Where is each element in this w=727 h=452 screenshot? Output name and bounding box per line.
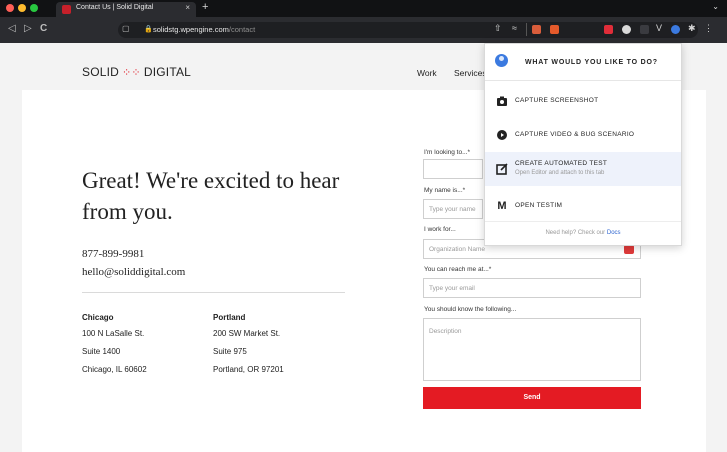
site-logo[interactable]: SOLID ⁘⁘ DIGITAL xyxy=(82,65,191,79)
new-tab-button[interactable]: + xyxy=(202,1,208,13)
popup-header: WHAT WOULD YOU LIKE TO DO? xyxy=(485,44,681,81)
menu-item-label: CAPTURE VIDEO & BUG SCENARIO xyxy=(515,131,635,138)
password-manager-icon[interactable] xyxy=(624,245,634,254)
office-address-line: Portland, OR 97201 xyxy=(213,365,284,374)
vimeo-extension-icon[interactable]: V xyxy=(656,23,662,33)
forward-button[interactable]: ▷ xyxy=(24,23,32,34)
section-divider xyxy=(82,292,345,293)
extension-icon[interactable] xyxy=(550,25,559,34)
lock-icon[interactable]: 🔒 xyxy=(144,25,153,33)
menu-item-sublabel: Open Editor and attach to this tab xyxy=(515,170,605,176)
office-address-line: 100 N LaSalle St. xyxy=(82,329,145,338)
open-testim-item[interactable]: M OPEN TESTIM xyxy=(485,189,681,223)
popup-divider xyxy=(485,221,681,222)
phone-number[interactable]: 877-899-9981 xyxy=(82,248,144,260)
menu-icon[interactable]: ⋮ xyxy=(704,23,713,34)
popup-title: WHAT WOULD YOU LIKE TO DO? xyxy=(525,59,658,66)
know-following-label: You should know the following... xyxy=(424,306,517,313)
send-button[interactable]: Send xyxy=(423,387,641,409)
docs-link[interactable]: Docs xyxy=(607,230,621,236)
name-label: My name is...* xyxy=(424,187,466,194)
testim-extension-icon[interactable] xyxy=(671,25,680,34)
page-heading: Great! We're excited to hear from you. xyxy=(82,168,340,224)
logo-word-solid: SOLID xyxy=(82,65,120,79)
reach-me-label: You can reach me at...* xyxy=(424,266,492,273)
help-prefix: Need help? Check our xyxy=(545,230,606,236)
help-text: Need help? Check our Docs xyxy=(485,230,681,236)
organization-placeholder: Organization Name xyxy=(429,246,485,253)
name-field[interactable]: Type your name xyxy=(423,199,483,219)
extension-icon[interactable] xyxy=(640,25,649,34)
back-button[interactable]: ◁ xyxy=(8,23,16,34)
work-for-label: I work for... xyxy=(424,226,456,233)
extension-icon[interactable] xyxy=(604,25,613,34)
browser-tab[interactable]: Contact Us | Solid Digital × xyxy=(56,2,196,17)
camera-icon xyxy=(496,95,508,107)
record-icon xyxy=(496,129,508,141)
testim-logo-icon: M xyxy=(497,200,507,212)
testim-popup: WHAT WOULD YOU LIKE TO DO? CAPTURE SCREE… xyxy=(484,43,682,246)
office-chicago: Chicago 100 N LaSalle St. Suite 1400 Chi… xyxy=(82,313,147,383)
create-automated-test-item[interactable]: CREATE AUTOMATED TEST Open Editor and at… xyxy=(485,152,681,186)
edit-icon xyxy=(496,163,508,175)
nav-link-work[interactable]: Work xyxy=(417,68,437,78)
menu-item-label: CAPTURE SCREENSHOT xyxy=(515,97,599,104)
close-tab-icon[interactable]: × xyxy=(185,3,190,12)
nav-link-services[interactable]: Services xyxy=(454,68,487,78)
user-avatar-icon[interactable] xyxy=(495,54,508,67)
rss-icon[interactable]: ≈ xyxy=(512,23,517,33)
looking-to-select[interactable] xyxy=(423,159,483,179)
reload-button[interactable]: C xyxy=(40,23,47,34)
email-field[interactable]: Type your email xyxy=(423,278,641,298)
name-placeholder: Type your name xyxy=(429,206,476,213)
tab-title: Contact Us | Solid Digital xyxy=(76,4,154,11)
close-window-icon[interactable] xyxy=(6,4,14,12)
office-portland: Portland 200 SW Market St. Suite 975 Por… xyxy=(213,313,284,383)
looking-to-label: I'm looking to...* xyxy=(424,149,471,156)
tab-search-chevron-icon[interactable]: ⌄ xyxy=(712,2,719,11)
puzzle-extensions-icon[interactable]: ✱ xyxy=(688,23,696,34)
url-text: solidstg.wpengine.com/contact xyxy=(153,25,256,34)
description-placeholder: Description xyxy=(429,328,462,335)
bookmark-icon[interactable]: ▢ xyxy=(122,24,130,33)
office-address-line: Suite 1400 xyxy=(82,347,121,356)
extension-icon[interactable] xyxy=(532,25,541,34)
description-textarea[interactable]: Description xyxy=(423,318,641,381)
maximize-window-icon[interactable] xyxy=(30,4,38,12)
office-city: Portland xyxy=(213,313,246,322)
menu-item-label: OPEN TESTIM xyxy=(515,202,563,209)
solid-digital-favicon-icon xyxy=(62,5,71,14)
logo-dots-icon: ⁘⁘ xyxy=(122,67,141,79)
tab-strip: Contact Us | Solid Digital × + ⌄ xyxy=(0,0,727,17)
toolbar-divider xyxy=(526,23,527,36)
email-placeholder: Type your email xyxy=(429,285,475,292)
office-city: Chicago xyxy=(82,313,114,322)
extension-icon[interactable] xyxy=(622,25,631,34)
email-address[interactable]: hello@soliddigital.com xyxy=(82,266,185,278)
minimize-window-icon[interactable] xyxy=(18,4,26,12)
share-icon[interactable]: ⇧ xyxy=(494,23,502,34)
logo-word-digital: DIGITAL xyxy=(143,65,192,79)
capture-screenshot-item[interactable]: CAPTURE SCREENSHOT xyxy=(485,84,681,118)
office-address-line: Suite 975 xyxy=(213,347,247,356)
office-address-line: Chicago, IL 60602 xyxy=(82,365,147,374)
capture-video-item[interactable]: CAPTURE VIDEO & BUG SCENARIO xyxy=(485,118,681,152)
office-address-line: 200 SW Market St. xyxy=(213,329,281,338)
menu-item-label: CREATE AUTOMATED TEST xyxy=(515,160,608,167)
browser-toolbar: ◁ ▷ C ▢ 🔒 solidstg.wpengine.com/contact … xyxy=(0,17,727,43)
